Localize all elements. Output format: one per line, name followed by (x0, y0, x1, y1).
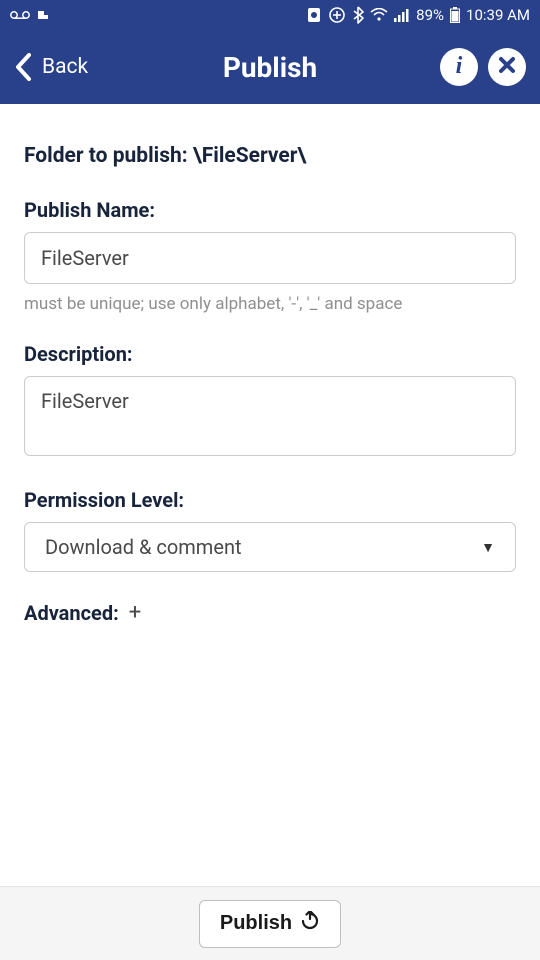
permission-selected-value: Download & comment (45, 535, 242, 559)
description-input[interactable] (24, 376, 516, 456)
status-right: 89% 10:39 AM (306, 6, 530, 24)
publish-name-hint: must be unique; use only alphabet, '-', … (24, 294, 516, 314)
description-label: Description: (24, 342, 516, 366)
back-button[interactable]: Back (14, 52, 88, 82)
notification-icon (36, 8, 50, 22)
permission-label: Permission Level: (24, 488, 516, 512)
chevron-left-icon (14, 52, 32, 82)
clock-time: 10:39 AM (466, 6, 530, 24)
wifi-icon (370, 8, 388, 22)
bluetooth-icon (352, 6, 364, 24)
close-button[interactable] (488, 48, 526, 86)
info-icon: i (449, 54, 469, 80)
plus-icon: + (129, 600, 141, 625)
folder-to-publish: Folder to publish: \FileServer\ (24, 144, 516, 168)
svg-text:i: i (456, 54, 463, 76)
back-label: Back (42, 55, 88, 79)
permission-select[interactable]: Download & comment ▼ (24, 522, 516, 572)
header: Back Publish i (0, 30, 540, 104)
header-actions: i (440, 48, 526, 86)
chevron-down-icon: ▼ (481, 539, 495, 556)
app-icon (306, 7, 322, 23)
advanced-label: Advanced: (24, 601, 119, 625)
info-button[interactable]: i (440, 48, 478, 86)
publish-button-label: Publish (220, 912, 292, 935)
publish-name-input[interactable] (24, 232, 516, 284)
battery-percent: 89% (416, 6, 444, 24)
close-icon (497, 55, 517, 79)
folder-path: \FileServer\ (193, 144, 306, 168)
status-bar: 89% 10:39 AM (0, 0, 540, 30)
publish-name-label: Publish Name: (24, 198, 516, 222)
advanced-toggle[interactable]: Advanced: + (24, 600, 516, 625)
sync-icon (328, 6, 346, 24)
folder-prefix: Folder to publish: (24, 144, 193, 168)
status-left (10, 8, 50, 22)
footer: Publish (0, 886, 540, 960)
share-icon (300, 911, 320, 937)
page-title: Publish (223, 51, 317, 84)
publish-button[interactable]: Publish (199, 900, 341, 948)
battery-icon (450, 7, 460, 23)
voicemail-icon (10, 10, 30, 20)
signal-icon (394, 8, 410, 22)
content: Folder to publish: \FileServer\ Publish … (0, 104, 540, 649)
